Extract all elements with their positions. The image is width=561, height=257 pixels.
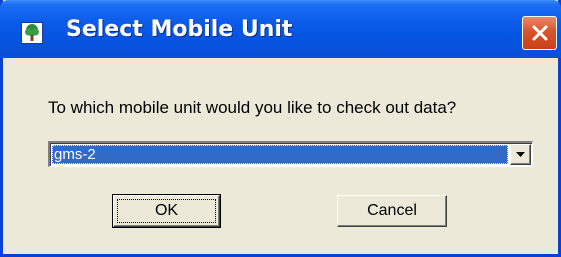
cancel-button[interactable]: Cancel [337, 195, 447, 227]
window-title: Select Mobile Unit [66, 17, 293, 42]
close-button[interactable] [522, 16, 557, 50]
cancel-button-label: Cancel [367, 202, 417, 219]
dialog-window: Select Mobile Unit To which mobile unit … [0, 0, 561, 257]
ok-button[interactable]: OK [112, 194, 221, 228]
dropdown-button[interactable] [510, 144, 531, 165]
tree-icon [21, 22, 43, 44]
mobile-unit-selected-value[interactable]: gms-2 [52, 145, 508, 164]
ok-button-label: OK [154, 202, 179, 219]
prompt-text: To which mobile unit would you like to c… [48, 98, 457, 117]
mobile-unit-select[interactable]: gms-2 [48, 141, 533, 167]
title-bar[interactable]: Select Mobile Unit [0, 0, 561, 58]
